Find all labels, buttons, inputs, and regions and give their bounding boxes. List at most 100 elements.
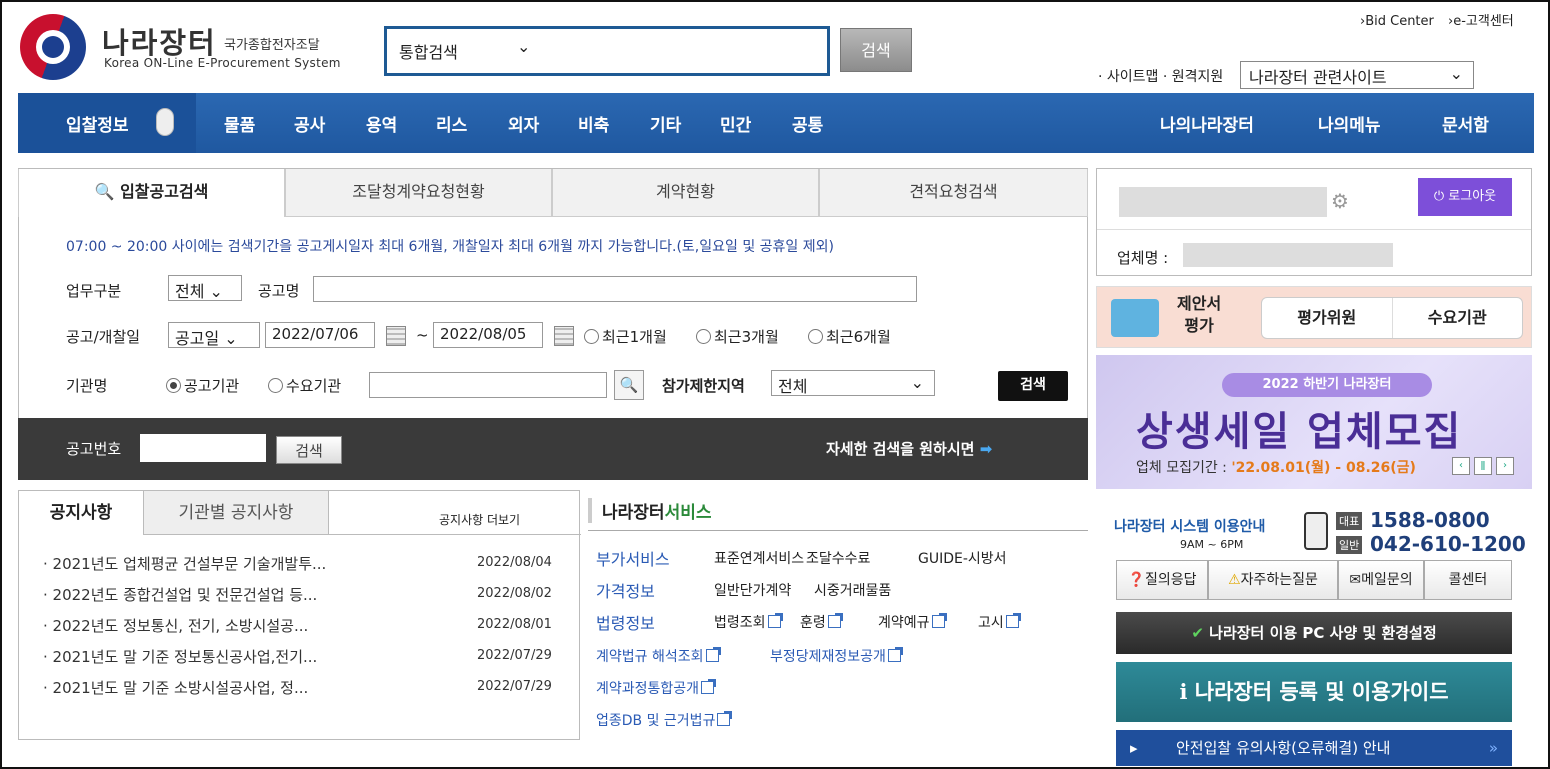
notice-row[interactable]: · 2022년도 정보통신, 전기, 소방시설공... <box>43 615 308 636</box>
org-demand-label: 수요기관 <box>286 377 342 395</box>
tab-quote-search[interactable]: 견적요청검색 <box>819 169 1088 217</box>
chevron-down-icon: ⌄ <box>209 282 223 301</box>
pc-spec-button[interactable]: ✔ 나라장터 이용 PC 사양 및 환경설정 <box>1116 612 1512 654</box>
nav-item-common[interactable]: 공통 <box>792 111 823 136</box>
detail-search-link[interactable]: 자세한 검색을 원하시면 ➡ <box>826 438 992 459</box>
notice-row[interactable]: · 2021년도 말 기준 정보통신공사업,전기... <box>43 646 317 667</box>
sitemap-links[interactable]: · 사이트맵 · 원격지원 <box>1098 66 1223 86</box>
org-announce-radio[interactable]: 공고기관 <box>166 375 239 396</box>
service-link[interactable]: GUIDE-시방서 <box>918 548 1007 568</box>
logout-button[interactable]: ⏻ 로그아웃 <box>1418 178 1512 216</box>
tab-notices[interactable]: 공지사항 <box>19 491 143 535</box>
notice-number-search-button[interactable]: 검색 <box>276 436 342 464</box>
faq-label: 자주하는질문 <box>1240 572 1318 588</box>
nav-item-private[interactable]: 민간 <box>720 111 751 136</box>
faq-button[interactable]: ⚠자주하는질문 <box>1208 560 1338 600</box>
chevron-down-icon: ⌄ <box>910 373 924 392</box>
nav-item-stockpile[interactable]: 비축 <box>578 111 609 136</box>
service-link[interactable]: 계약법규 해석조회 <box>596 646 721 666</box>
notice-row[interactable]: · 2021년도 업체평균 건설부문 기술개발투... <box>43 553 326 574</box>
org-search-icon[interactable]: 🔍 <box>614 370 644 400</box>
calendar-icon[interactable] <box>386 326 406 346</box>
gear-icon[interactable]: ⚙ <box>1331 189 1349 213</box>
service-link[interactable]: 고시 <box>978 612 1021 632</box>
recent-6m-radio[interactable]: 최근6개월 <box>808 326 891 347</box>
promo-banner[interactable]: 2022 하반기 나라장터 상생세일 업체모집 업체 모집기간 : '22.08… <box>1096 355 1532 489</box>
banner-prev-icon[interactable]: ‹ <box>1452 457 1470 475</box>
register-guide-button[interactable]: ℹ 나라장터 등록 및 이용가이드 <box>1116 662 1512 722</box>
notice-title: 2021년도 말 기준 정보통신공사업,전기... <box>52 648 318 666</box>
service-link[interactable]: 일반단가계약 <box>714 580 791 600</box>
logo-english: Korea ON-Line E-Procurement System <box>104 56 341 70</box>
service-link[interactable]: 시중거래물품 <box>814 580 891 600</box>
tab-org-notices[interactable]: 기관별 공지사항 <box>143 491 329 535</box>
integrated-search-input[interactable]: 통합검색 ⌄ <box>384 26 830 76</box>
recent-3m-radio[interactable]: 최근3개월 <box>696 326 779 347</box>
service-divider <box>588 530 1088 531</box>
service-cat[interactable]: 부가서비스 <box>596 546 670 570</box>
tab-contract-request[interactable]: 조달청계약요청현황 <box>285 169 552 217</box>
service-link[interactable]: 표준연계서비스 <box>714 548 804 568</box>
region-select[interactable]: 전체 ⌄ <box>771 370 935 396</box>
biz-type-select[interactable]: 전체 ⌄ <box>168 275 242 301</box>
nav-item-construction[interactable]: 공사 <box>294 111 325 136</box>
calendar-icon[interactable] <box>554 326 574 346</box>
bid-center-link[interactable]: ›Bid Center <box>1360 14 1434 29</box>
notice-title-input[interactable] <box>313 276 917 302</box>
search-button[interactable]: 검색 <box>840 28 912 72</box>
customer-center-link[interactable]: ›e-고객센터 <box>1448 14 1514 29</box>
search-period-notice: 07:00 ~ 20:00 사이에는 검색기간을 공고게시일자 최대 6개월, … <box>66 239 834 255</box>
external-link-icon <box>767 613 783 628</box>
safe-bid-button[interactable]: ▸ 안전입찰 유의사항(오류해결) 안내 » <box>1116 730 1512 766</box>
notice-row[interactable]: · 2022년도 종합건설업 및 전문건설업 등... <box>43 584 317 605</box>
qna-button[interactable]: ❓질의응답 <box>1116 560 1208 600</box>
radio-icon <box>584 329 599 344</box>
bid-search-button[interactable]: 검색 <box>998 371 1068 401</box>
demand-org-button[interactable]: 수요기관 <box>1393 298 1523 338</box>
service-link[interactable]: 조달수수료 <box>806 548 870 568</box>
service-link[interactable]: 부정당제재정보공개 <box>770 646 903 666</box>
tab-contract-status[interactable]: 계약현황 <box>552 169 819 217</box>
date-type-select[interactable]: 공고일 ⌄ <box>168 322 260 348</box>
service-link[interactable]: 업종DB 및 근거법규 <box>596 710 733 730</box>
banner-pause-icon[interactable]: ǁ <box>1474 457 1492 475</box>
tab-bid-notice-search[interactable]: 🔍 입찰공고검색 <box>18 169 285 217</box>
evaluator-button[interactable]: 평가위원 <box>1262 298 1393 338</box>
nav-item-document-box[interactable]: 문서함 <box>1442 111 1489 136</box>
service-link[interactable]: 법령조회 <box>714 612 783 632</box>
nav-item-service[interactable]: 용역 <box>366 111 397 136</box>
notice-row[interactable]: · 2021년도 말 기준 소방시설공사업, 정... <box>43 677 308 698</box>
banner-period-label: 업체 모집기간 : <box>1136 460 1227 476</box>
related-site-select[interactable]: 나라장터 관련사이트 ⌄ <box>1240 61 1474 89</box>
nav-item-lease[interactable]: 리스 <box>436 111 467 136</box>
nav-item-my-menu[interactable]: 나의메뉴 <box>1318 111 1381 136</box>
service-cat[interactable]: 법령정보 <box>596 610 655 634</box>
banner-next-icon[interactable]: › <box>1496 457 1514 475</box>
site-logo[interactable]: 나라장터 국가종합전자조달 Korea ON-Line E-Procuremen… <box>18 12 358 82</box>
date-from-input[interactable]: 2022/07/06 <box>265 322 375 348</box>
nav-item-etc[interactable]: 기타 <box>650 111 681 136</box>
search-scope-select[interactable]: 통합검색 <box>399 39 458 63</box>
nav-item-my-narajangteo[interactable]: 나의나라장터 <box>1160 111 1254 136</box>
notices-more-link[interactable]: 공지사항 더보기 <box>439 511 520 528</box>
notice-number-input[interactable] <box>140 434 266 462</box>
service-cat[interactable]: 가격정보 <box>596 578 655 602</box>
biz-type-value: 전체 <box>175 282 205 301</box>
nav-item-goods[interactable]: 물품 <box>224 111 255 136</box>
related-site-value: 나라장터 관련사이트 <box>1249 68 1387 87</box>
nav-item-bid-info[interactable]: 입찰정보 <box>18 93 196 153</box>
recent-1m-radio[interactable]: 최근1개월 <box>584 326 667 347</box>
rep-phone: 1588-0800 <box>1370 508 1490 532</box>
service-link[interactable]: 훈령 <box>800 612 843 632</box>
org-name-input[interactable] <box>369 372 607 398</box>
call-center-button[interactable]: 콜센터 <box>1424 560 1512 600</box>
org-demand-radio[interactable]: 수요기관 <box>268 375 341 396</box>
proposal-eval-box: 제안서 평가 평가위원 수요기관 <box>1096 286 1532 348</box>
general-tag: 일반 <box>1336 536 1363 554</box>
service-link[interactable]: 계약과정통합공개 <box>596 678 717 698</box>
mail-button[interactable]: ✉메일문의 <box>1338 560 1424 600</box>
nav-item-foreign[interactable]: 외자 <box>508 111 539 136</box>
pc-spec-label: 나라장터 이용 PC 사양 및 환경설정 <box>1209 624 1437 642</box>
date-to-input[interactable]: 2022/08/05 <box>433 322 543 348</box>
service-link[interactable]: 계약예규 <box>878 612 947 632</box>
